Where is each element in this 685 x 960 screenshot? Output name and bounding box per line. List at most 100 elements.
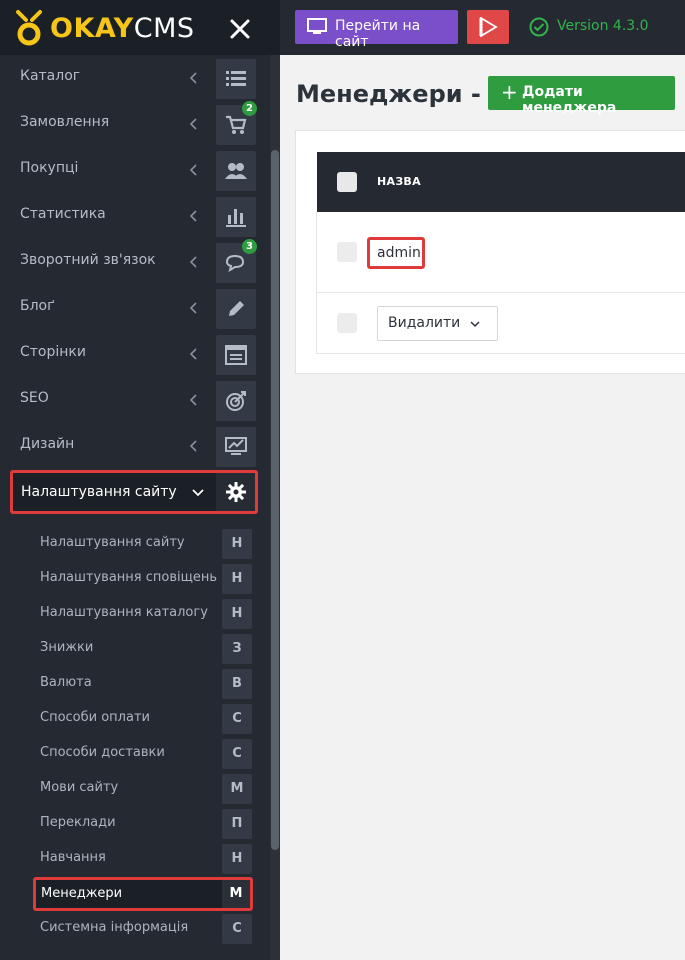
sidebar-scrollbar-thumb[interactable]: [271, 150, 279, 850]
check-circle-icon: [529, 17, 549, 37]
subitem-letter: Н: [222, 599, 252, 629]
chevron-left-icon: [189, 164, 197, 176]
logo-cms: CMS: [133, 13, 195, 44]
version-text: Version 4.3.0: [557, 18, 649, 34]
sidebar-item-seo[interactable]: SEO: [0, 377, 270, 423]
subitem-label: Валюта: [40, 675, 92, 690]
sidebar-item-label: Зворотний зв'язок: [20, 252, 156, 268]
subitem-letter: З: [222, 634, 252, 664]
column-name-header[interactable]: НАЗВА: [377, 175, 421, 188]
chevron-down-icon: [192, 489, 204, 497]
monitor-chart-icon: [216, 427, 256, 467]
sidebar-item-feedback[interactable]: Зворотний зв'язок 3: [0, 239, 270, 285]
subitem-label: Менеджери: [41, 886, 123, 901]
sidebar-item-label: Статистика: [20, 206, 106, 222]
chevron-left-icon: [189, 256, 197, 268]
row-divider: [316, 353, 685, 354]
chevron-left-icon: [189, 440, 197, 452]
sidebar-item-customers[interactable]: Покупці: [0, 147, 270, 193]
close-icon[interactable]: [229, 18, 251, 40]
sidebar-item-label: Дизайн: [20, 436, 75, 452]
feedback-badge: 3: [242, 239, 257, 254]
table-body: [316, 212, 685, 354]
chevron-left-icon: [189, 348, 197, 360]
page-title: Менеджери - 1: [296, 80, 506, 108]
logo-okay: OKAY: [50, 13, 134, 44]
page-icon: [216, 335, 256, 375]
subitem-label: Навчання: [40, 850, 106, 865]
chevron-left-icon: [189, 118, 197, 130]
subitem-site-settings[interactable]: Налаштування сайту Н: [0, 527, 270, 562]
list-icon: [216, 59, 256, 99]
bar-chart-icon: [216, 197, 256, 237]
sidebar-item-orders[interactable]: Замовлення 2: [0, 101, 270, 147]
users-icon: [216, 151, 256, 191]
subitem-letter: Н: [222, 844, 252, 874]
sidebar-item-catalog[interactable]: Каталог: [0, 55, 270, 101]
select-all-checkbox[interactable]: [337, 172, 357, 192]
chevron-left-icon: [189, 302, 197, 314]
go-to-site-label: Перейти на сайт: [335, 18, 421, 50]
sidebar-item-pages[interactable]: Сторінки: [0, 331, 270, 377]
target-icon: [216, 381, 256, 421]
chevron-left-icon: [189, 72, 197, 84]
subitem-managers[interactable]: Менеджери М: [33, 877, 253, 911]
manager-name: admin: [377, 245, 421, 261]
subitem-site-languages[interactable]: Мови сайту М: [0, 772, 270, 807]
sidebar-item-label: SEO: [20, 390, 49, 406]
sidebar-item-design[interactable]: Дизайн: [0, 423, 270, 469]
sidebar-item-label: Налаштування сайту: [21, 484, 177, 500]
subitem-translations[interactable]: Переклади П: [0, 807, 270, 842]
bulk-action-select[interactable]: Видалити: [377, 306, 498, 341]
subitem-letter: В: [222, 669, 252, 699]
subitem-delivery-methods[interactable]: Способи доставки С: [0, 737, 270, 772]
go-to-site-button[interactable]: Перейти на сайт: [295, 10, 458, 50]
topbar: Перейти на сайт Version 4.3.0: [280, 0, 685, 55]
subitem-payment-methods[interactable]: Способи оплати С: [0, 702, 270, 737]
manager-name-link[interactable]: admin: [367, 237, 425, 269]
bulk-checkbox[interactable]: [337, 313, 357, 333]
subitem-discounts[interactable]: Знижки З: [0, 632, 270, 667]
subitem-label: Мови сайту: [40, 780, 119, 795]
gear-icon: [216, 473, 255, 511]
subitem-currency[interactable]: Валюта В: [0, 667, 270, 702]
sidebar-item-label: Замовлення: [20, 114, 110, 130]
subitem-notification-settings[interactable]: Налаштування сповіщень Н: [0, 562, 270, 597]
subitem-letter: С: [222, 739, 252, 769]
subitem-letter: М: [222, 774, 252, 804]
subitem-letter: С: [222, 704, 252, 734]
subitem-label: Налаштування сайту: [40, 535, 185, 550]
subitem-system-info[interactable]: Системна інформація С: [0, 912, 270, 947]
subitem-letter: Н: [222, 564, 252, 594]
plus-icon: +: [501, 80, 518, 104]
sidebar-item-label: Каталог: [20, 68, 81, 84]
subitem-letter: Н: [222, 529, 252, 559]
sidebar-item-label: Сторінки: [20, 344, 86, 360]
sidebar-item-site-settings[interactable]: Налаштування сайту: [10, 470, 258, 514]
subitem-label: Налаштування каталогу: [40, 605, 208, 620]
sidebar-item-blog[interactable]: Блоґ: [0, 285, 270, 331]
sidebar-item-label: Блоґ: [20, 298, 55, 314]
sidebar-item-label: Покупці: [20, 160, 79, 176]
subitem-label: Способи доставки: [40, 745, 165, 760]
table-header: НАЗВА: [317, 152, 685, 212]
sidebar: OKAYCMS Каталог Замовлення 2 Покупці Ста…: [0, 0, 280, 960]
logo-icon: [16, 10, 42, 46]
subitem-training[interactable]: Навчання Н: [0, 842, 270, 877]
subitem-letter: С: [222, 914, 252, 944]
monitor-icon: [307, 18, 327, 34]
video-button[interactable]: [467, 10, 509, 44]
chevron-down-icon: [470, 321, 480, 328]
row-divider: [316, 292, 685, 293]
add-manager-button[interactable]: + Додати менеджера: [488, 76, 675, 116]
pencil-icon: [216, 289, 256, 329]
bulk-action-label: Видалити: [388, 315, 461, 331]
sidebar-item-statistics[interactable]: Статистика: [0, 193, 270, 239]
logo-text: OKAYCMS: [50, 13, 195, 44]
chevron-left-icon: [189, 394, 197, 406]
row-checkbox[interactable]: [337, 242, 357, 262]
subitem-label: Знижки: [40, 640, 94, 655]
play-icon: [479, 17, 498, 37]
add-manager-label: Додати менеджера: [522, 84, 617, 116]
subitem-catalog-settings[interactable]: Налаштування каталогу Н: [0, 597, 270, 632]
